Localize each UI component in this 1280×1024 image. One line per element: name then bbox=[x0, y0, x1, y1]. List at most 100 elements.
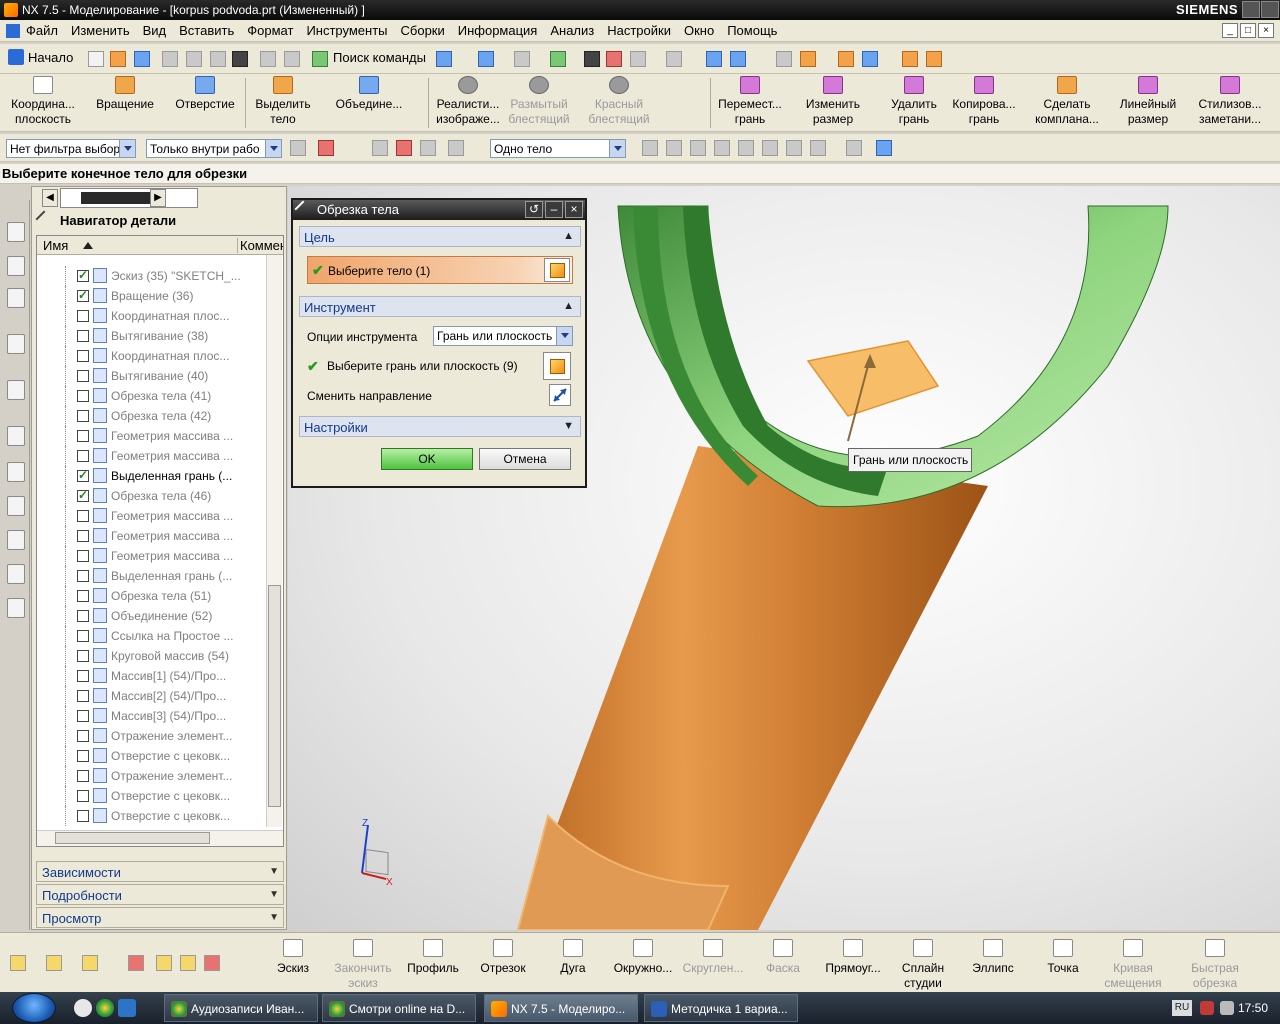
tool-group-header[interactable]: Инструмент ▲ bbox=[299, 296, 581, 317]
navigator-horizontal-scrollbar[interactable] bbox=[37, 830, 283, 846]
navigator-row[interactable]: Ссылка на Простое ... bbox=[37, 626, 265, 646]
menu-file[interactable]: Файл bbox=[26, 23, 58, 38]
make-coplanar-button[interactable]: Сделать комплана... bbox=[1032, 76, 1102, 127]
sketch-mirror-icon[interactable] bbox=[204, 955, 220, 971]
finish-sketch-button[interactable]: Закончить эскиз bbox=[328, 939, 398, 991]
navigator-row[interactable]: Обрезка тела (46) bbox=[37, 486, 265, 506]
snap-control-icon[interactable] bbox=[690, 140, 706, 156]
feature-visibility-checkbox[interactable] bbox=[77, 630, 89, 642]
snap-bounded-icon[interactable] bbox=[876, 140, 892, 156]
orient-view-icon[interactable] bbox=[584, 51, 600, 67]
revolve-button[interactable]: Вращение bbox=[92, 76, 158, 112]
assembly-navigator-tab-icon[interactable] bbox=[7, 222, 25, 242]
selected-tool-face[interactable] bbox=[806, 340, 940, 417]
taskbar-item-nx[interactable]: NX 7.5 - Моделиро... bbox=[484, 994, 638, 1022]
red-shiny-button[interactable]: Красный блестящий bbox=[586, 76, 652, 127]
sketch-offset-icon[interactable] bbox=[180, 955, 196, 971]
feature-visibility-checkbox[interactable] bbox=[77, 268, 89, 282]
studio-spline-button[interactable]: Сплайн студии bbox=[888, 939, 958, 991]
navigator-row[interactable]: Отверстие с цековк... bbox=[37, 786, 265, 806]
sketch-constraint-icon[interactable] bbox=[46, 955, 62, 971]
system-materials-tab-icon[interactable] bbox=[7, 496, 25, 516]
feature-visibility-checkbox[interactable] bbox=[77, 610, 89, 622]
snap-on-curve-icon[interactable] bbox=[810, 140, 826, 156]
scene-icon[interactable] bbox=[838, 51, 854, 67]
system-scenes-tab-icon[interactable] bbox=[7, 598, 25, 618]
offset-curve-button[interactable]: Кривая смещения bbox=[1098, 939, 1168, 991]
body-rule-select[interactable]: Одно тело bbox=[490, 139, 626, 158]
layer-icon[interactable] bbox=[630, 51, 646, 67]
snap-center-icon[interactable] bbox=[738, 140, 754, 156]
point-button[interactable]: Точка bbox=[1028, 939, 1098, 976]
column-comment-header[interactable]: Коммен bbox=[237, 238, 283, 253]
navigator-vertical-scrollbar[interactable] bbox=[266, 255, 282, 827]
navigator-row[interactable]: Обрезка тела (51) bbox=[37, 586, 265, 606]
rectangle-select-icon[interactable] bbox=[448, 140, 464, 156]
menu-edit[interactable]: Изменить bbox=[71, 23, 130, 38]
tray-app-icon[interactable] bbox=[1200, 1001, 1214, 1015]
sketch-settings-icon[interactable] bbox=[10, 955, 26, 971]
delete-face-button[interactable]: Удалить грань bbox=[882, 76, 946, 127]
navigator-row[interactable]: Геометрия массива ... bbox=[37, 426, 265, 446]
sketch-project-icon[interactable] bbox=[156, 955, 172, 971]
chamfer-button[interactable]: Фаска bbox=[748, 939, 818, 976]
line-button[interactable]: Отрезок bbox=[468, 939, 538, 976]
new-file-icon[interactable] bbox=[88, 51, 104, 67]
snap-on-face-icon[interactable] bbox=[846, 140, 862, 156]
navigator-row[interactable]: Выделенная грань (... bbox=[37, 466, 265, 486]
feature-visibility-checkbox[interactable] bbox=[77, 488, 89, 502]
menu-window[interactable]: Окно bbox=[684, 23, 714, 38]
window-maximize-button[interactable] bbox=[1242, 1, 1260, 18]
target-group-header[interactable]: Цель ▲ bbox=[299, 226, 581, 247]
ruler-icon[interactable] bbox=[902, 51, 918, 67]
close-icon[interactable]: × bbox=[565, 201, 583, 218]
quicklaunch-icon[interactable] bbox=[74, 999, 92, 1017]
taskbar-item-video[interactable]: Смотри online на D... bbox=[322, 994, 476, 1022]
navigator-row[interactable]: Вытягивание (38) bbox=[37, 326, 265, 346]
drafting-icon[interactable] bbox=[926, 51, 942, 67]
navigator-row[interactable]: Геометрия массива ... bbox=[37, 546, 265, 566]
blurry-shiny-button[interactable]: Размытый блестящий bbox=[506, 76, 572, 127]
snap-point-icon[interactable] bbox=[706, 51, 722, 67]
navigator-row[interactable]: Координатная плос... bbox=[37, 306, 265, 326]
feature-visibility-checkbox[interactable] bbox=[77, 390, 89, 402]
chrome-icon[interactable] bbox=[96, 999, 114, 1017]
process-studio-tab-icon[interactable] bbox=[7, 530, 25, 550]
web-browser-tab-icon[interactable] bbox=[7, 334, 25, 354]
sketch-button[interactable]: Эскиз bbox=[258, 939, 328, 976]
linear-dimension-button[interactable]: Линейный размер bbox=[1114, 76, 1182, 127]
menu-analysis[interactable]: Анализ bbox=[550, 23, 594, 38]
feature-visibility-checkbox[interactable] bbox=[77, 468, 89, 482]
menu-help[interactable]: Помощь bbox=[727, 23, 777, 38]
selection-tool-icon[interactable] bbox=[436, 51, 452, 67]
feature-visibility-checkbox[interactable] bbox=[77, 550, 89, 562]
scope-filter-select[interactable]: Только внутри рабо bbox=[146, 139, 282, 158]
measure-icon[interactable] bbox=[776, 51, 792, 67]
delete-icon[interactable] bbox=[232, 51, 248, 67]
speaker-icon[interactable] bbox=[1220, 1001, 1234, 1015]
menu-view[interactable]: Вид bbox=[143, 23, 167, 38]
navigator-row[interactable]: Круговой массив (54) bbox=[37, 646, 265, 666]
pin-icon[interactable] bbox=[35, 210, 53, 228]
navigator-row[interactable]: Обрезка тела (41) bbox=[37, 386, 265, 406]
navigator-row[interactable]: Массив[3] (54)/Про... bbox=[37, 706, 265, 726]
cancel-button[interactable]: Отмена bbox=[479, 448, 571, 470]
taskbar-item-word[interactable]: Методичка 1 вариа... bbox=[644, 994, 798, 1022]
open-folder-icon[interactable] bbox=[110, 51, 126, 67]
snap-existing-point-icon[interactable] bbox=[786, 140, 802, 156]
select-all-icon[interactable] bbox=[318, 140, 334, 156]
snap-midpoint-icon[interactable] bbox=[666, 140, 682, 156]
menu-preferences[interactable]: Настройки bbox=[607, 23, 671, 38]
cut-icon[interactable] bbox=[162, 51, 178, 67]
select-body-row[interactable]: ✔ Выберите тело (1) bbox=[307, 256, 573, 284]
doc-restore-button[interactable]: □ bbox=[1240, 23, 1256, 38]
quicklaunch-app-icon[interactable] bbox=[118, 999, 136, 1017]
sketch-reattach-icon[interactable] bbox=[128, 955, 144, 971]
clock[interactable]: 17:50 bbox=[1238, 1001, 1268, 1015]
fillet-button[interactable]: Скруглен... bbox=[678, 939, 748, 976]
feature-visibility-checkbox[interactable] bbox=[77, 330, 89, 342]
realistic-render-button[interactable]: Реалисти... изображе... bbox=[434, 76, 502, 127]
settings-group-header[interactable]: Настройки ▼ bbox=[299, 416, 581, 437]
reverse-direction-button[interactable] bbox=[549, 384, 571, 406]
render-style-icon[interactable] bbox=[550, 51, 566, 67]
